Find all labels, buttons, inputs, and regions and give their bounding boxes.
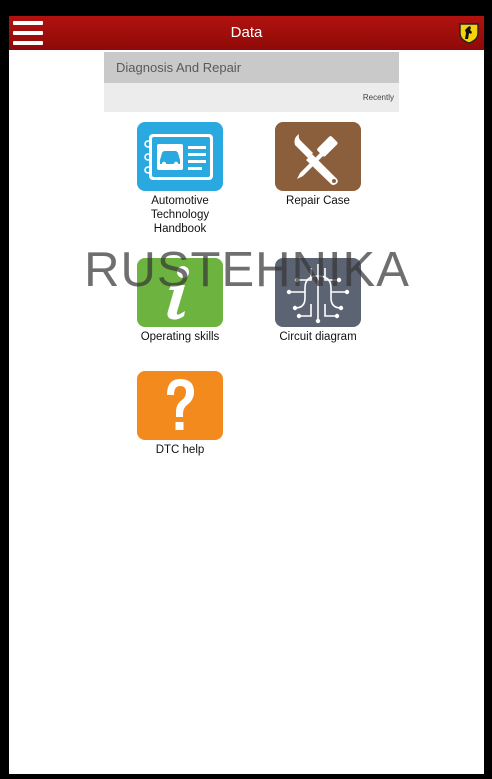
tile-circuit-diagram[interactable]: Circuit diagram (253, 258, 383, 344)
tile-label: Circuit diagram (279, 331, 357, 343)
recently-link[interactable]: Recently (363, 93, 394, 102)
watermark: RUSTEHNIKA (84, 243, 410, 297)
tile-dtc-help[interactable]: DTC help (115, 371, 245, 457)
wrench-screwdriver-icon (275, 122, 361, 191)
section-title: Diagnosis And Repair (104, 52, 399, 83)
car-handbook-icon (137, 122, 223, 191)
tile-automotive-technology-handbook[interactable]: Automotive Technology Handbook (115, 122, 245, 236)
tile-label: DTC help (155, 444, 205, 456)
hamburger-menu-icon[interactable] (13, 21, 43, 45)
question-icon (137, 371, 223, 440)
page-title: Data (230, 24, 263, 41)
prancing-horse-shield-icon[interactable] (459, 22, 479, 44)
diagnosis-repair-panel: Diagnosis And Repair Recently (104, 52, 399, 112)
tile-label: Automotive Technology Handbook (150, 195, 210, 235)
tile-label: Operating skills (140, 331, 220, 343)
top-bar: Data (9, 16, 484, 50)
tile-operating-skills[interactable]: Operating skills (115, 258, 245, 344)
app-screen: Data Diagnosis And Repair Recently Autom… (9, 16, 484, 774)
tile-label: Repair Case (286, 195, 350, 207)
info-icon (137, 258, 223, 327)
tile-repair-case[interactable]: Repair Case (253, 122, 383, 208)
circuit-icon (275, 258, 361, 327)
